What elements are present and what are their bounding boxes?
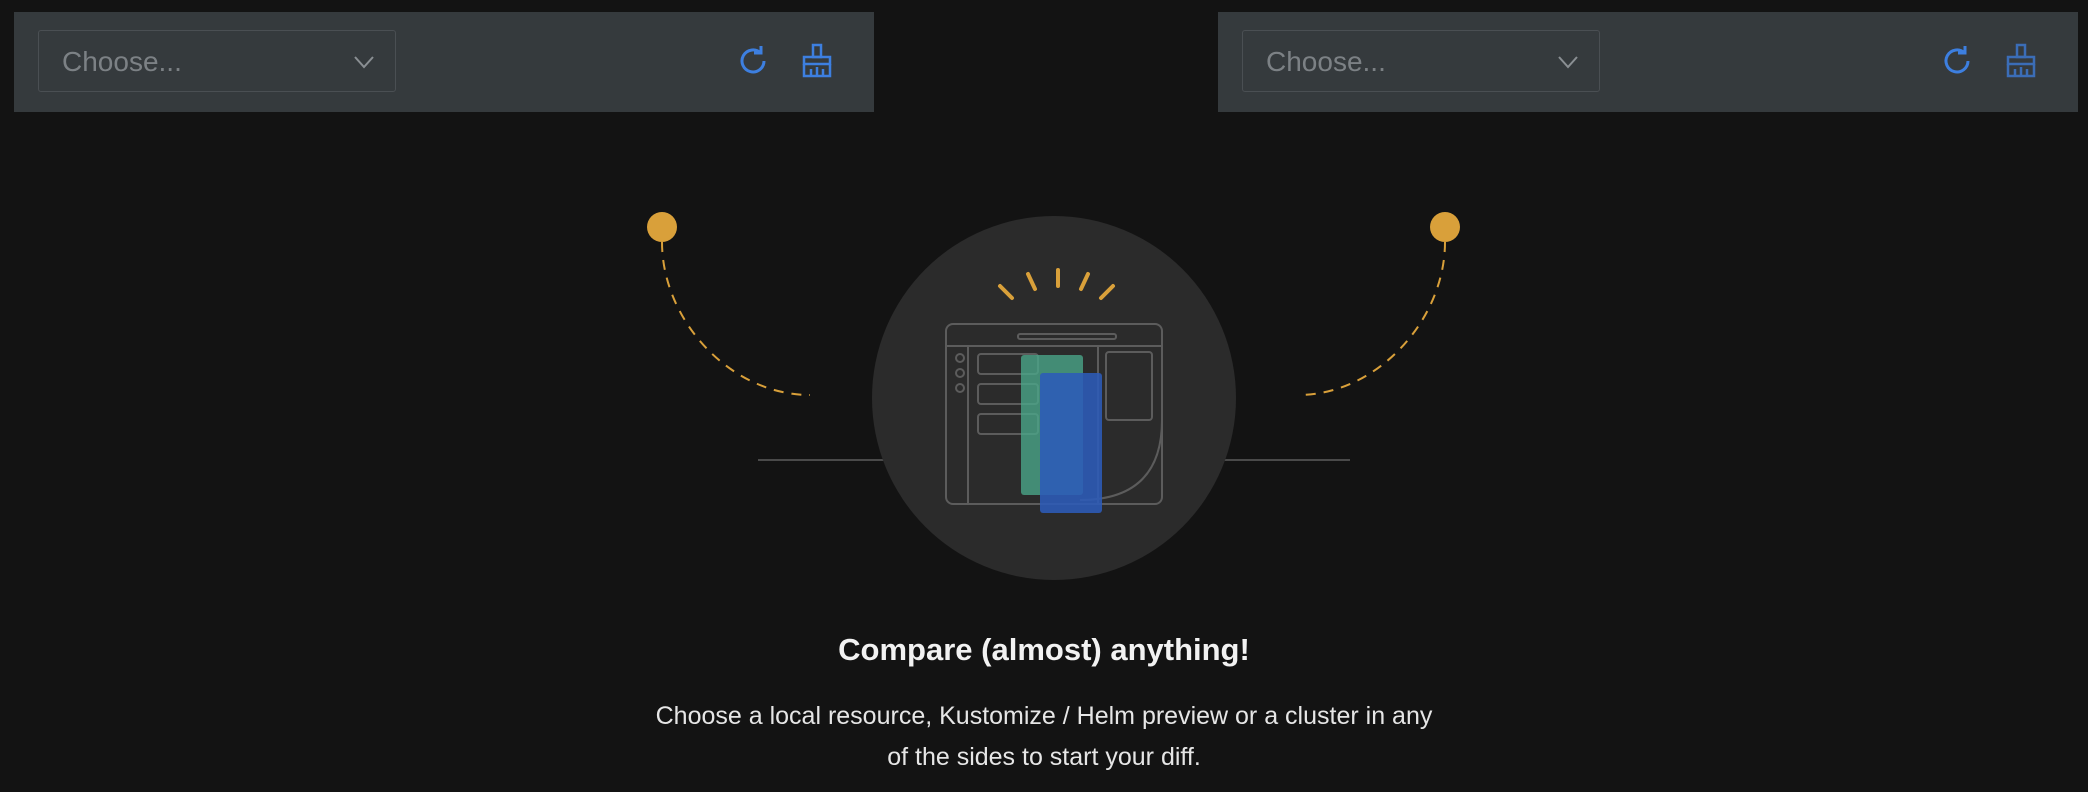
left-document-card — [1021, 355, 1083, 495]
chevron-down-icon — [354, 56, 374, 69]
sparkle-icon — [998, 268, 1115, 300]
left-resource-select[interactable]: Choose... — [38, 30, 396, 92]
chevron-down-icon — [1558, 56, 1578, 69]
window-frame-icon — [945, 323, 1163, 505]
refresh-icon[interactable] — [1938, 42, 1976, 80]
right-connector — [1297, 212, 1460, 396]
left-select-placeholder: Choose... — [62, 46, 182, 77]
illustration-circle — [872, 216, 1236, 580]
left-connector — [647, 212, 811, 396]
refresh-icon[interactable] — [734, 42, 772, 80]
right-select-placeholder: Choose... — [1266, 46, 1386, 77]
empty-state-title: Compare (almost) anything! — [838, 632, 1250, 667]
right-resource-select[interactable]: Choose... — [1242, 30, 1600, 92]
empty-state-description: Choose a local resource, Kustomize / Hel… — [655, 702, 1433, 771]
compare-view: Choose... Choose... Compare (almost) any… — [0, 0, 2088, 792]
right-document-card — [1040, 373, 1102, 513]
broom-icon[interactable] — [2002, 42, 2040, 80]
right-compare-panel: Choose... — [1218, 12, 2078, 112]
broom-icon[interactable] — [798, 42, 836, 80]
left-compare-panel: Choose... — [14, 12, 874, 112]
